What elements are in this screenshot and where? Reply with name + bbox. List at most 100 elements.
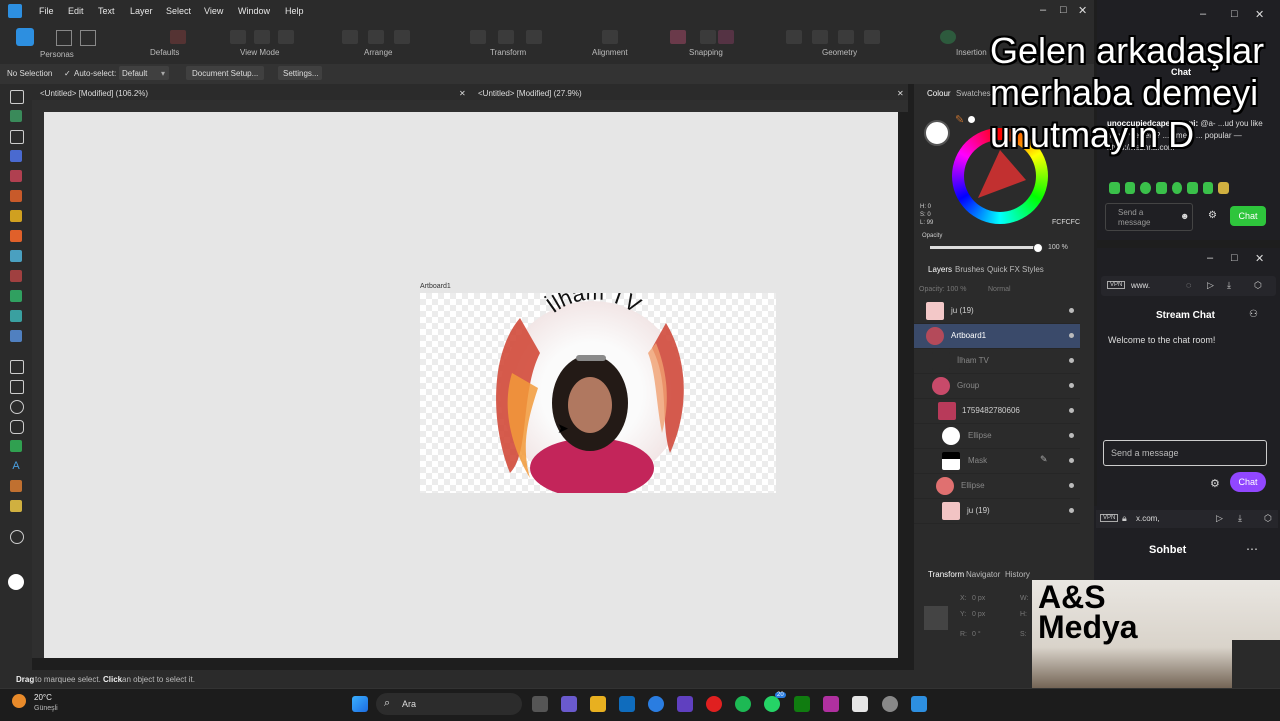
task-view-icon[interactable] xyxy=(532,696,548,712)
transform-icon[interactable] xyxy=(498,30,514,44)
opacity-value[interactable]: 100 % xyxy=(1048,244,1068,251)
emoji-icon[interactable]: ☻ xyxy=(1180,211,1189,221)
visibility-icon[interactable] xyxy=(1069,358,1074,363)
teams-icon[interactable] xyxy=(561,696,577,712)
layer-row[interactable]: 1759482780606 xyxy=(914,399,1080,424)
menu-layer[interactable]: Layer xyxy=(130,6,153,16)
emote-icon[interactable] xyxy=(1218,182,1229,194)
arrange-icon[interactable] xyxy=(342,30,358,44)
url-text[interactable]: x.com, xyxy=(1136,514,1160,523)
snapping-options-icon[interactable] xyxy=(700,30,716,44)
transform-icon[interactable] xyxy=(526,30,542,44)
tab-layers[interactable]: Layers xyxy=(928,265,952,274)
layer-row-selected[interactable]: Artboard1 xyxy=(914,324,1080,349)
close-tab-icon[interactable]: ✕ xyxy=(459,89,466,98)
close-tab-icon[interactable]: ✕ xyxy=(897,89,904,98)
geometry-icon[interactable] xyxy=(864,30,880,44)
tab-history[interactable]: History xyxy=(1005,570,1030,579)
layer-row[interactable]: Group xyxy=(914,374,1080,399)
layer-row[interactable]: Ellipse xyxy=(914,474,1080,499)
node-tool-icon[interactable] xyxy=(10,130,24,144)
settings-app-icon[interactable] xyxy=(882,696,898,712)
menu-window[interactable]: Window xyxy=(238,6,270,16)
move-tool-icon[interactable] xyxy=(10,90,24,104)
brush-icon[interactable]: ✎ xyxy=(1040,454,1048,465)
taskbar-search[interactable]: ⌕ Ara xyxy=(376,693,522,715)
ellipse-tool-icon[interactable] xyxy=(10,400,24,414)
more-options-icon[interactable]: ⋯ xyxy=(1246,542,1258,556)
download-icon[interactable]: ⤓ xyxy=(1227,280,1231,291)
weather-temp[interactable]: 20°C xyxy=(34,693,52,702)
affinity-designer-icon[interactable] xyxy=(911,696,927,712)
tab-colour[interactable]: Colour xyxy=(927,89,951,98)
visibility-icon[interactable] xyxy=(1069,383,1074,388)
view-mode-icon[interactable] xyxy=(278,30,294,44)
layer-row[interactable]: ju (19) xyxy=(914,299,1080,324)
outlook-icon[interactable] xyxy=(619,696,635,712)
pencil-icon[interactable] xyxy=(10,500,22,512)
menu-help[interactable]: Help xyxy=(285,6,304,16)
extension-icon[interactable]: ⬡ xyxy=(1264,513,1272,524)
minimize-icon[interactable]: – xyxy=(1207,252,1213,264)
text-tool-icon[interactable]: A xyxy=(10,460,22,472)
tab-navigator[interactable]: Navigator xyxy=(966,570,1000,579)
minimize-icon[interactable]: – xyxy=(1200,8,1206,20)
snapping-magnet-icon[interactable] xyxy=(718,30,734,44)
corner-tool-icon[interactable] xyxy=(10,170,22,182)
pen-tool-icon[interactable] xyxy=(10,150,22,162)
pixel-persona-icon[interactable] xyxy=(56,30,72,46)
layer-row[interactable]: Ellipse xyxy=(914,424,1080,449)
menu-view[interactable]: View xyxy=(204,6,223,16)
browser-address-bar[interactable]: VPN www. ◌ ▷ ⤓ ⬡ xyxy=(1101,276,1276,296)
chat-input[interactable]: Send a message ☻ xyxy=(1105,203,1193,231)
rounded-rect-tool-icon[interactable] xyxy=(10,420,24,434)
windows-start-icon[interactable] xyxy=(352,696,368,712)
anchor-selector-icon[interactable] xyxy=(924,606,948,630)
mail-icon[interactable] xyxy=(677,696,693,712)
maximize-icon[interactable]: □ xyxy=(1060,4,1067,16)
menu-edit[interactable]: Edit xyxy=(68,6,84,16)
artboard[interactable]: İlham TV xyxy=(420,280,776,498)
tab-brushes[interactable]: Brushes xyxy=(955,265,984,274)
visibility-icon[interactable] xyxy=(1069,308,1074,313)
arrange-icon[interactable] xyxy=(394,30,410,44)
chat-input[interactable]: Send a message xyxy=(1103,440,1267,466)
chat-send-button[interactable]: Chat xyxy=(1230,472,1266,492)
zoom-tool-icon[interactable] xyxy=(10,530,24,544)
emote-icon[interactable] xyxy=(1155,182,1167,194)
file-explorer-icon[interactable] xyxy=(590,696,606,712)
y-value[interactable]: 0 px xyxy=(972,611,985,618)
emote-icon[interactable] xyxy=(1171,182,1183,194)
tab-quick-fx[interactable]: Quick FX xyxy=(987,265,1020,274)
app-icon[interactable] xyxy=(852,696,868,712)
pencil-tool-icon[interactable] xyxy=(10,190,22,202)
layer-row[interactable]: Mask ✎ xyxy=(914,449,1080,474)
menu-file[interactable]: File xyxy=(39,6,54,16)
app-icon[interactable] xyxy=(823,696,839,712)
minimize-icon[interactable]: – xyxy=(1040,4,1046,16)
maximize-icon[interactable]: □ xyxy=(1231,8,1238,20)
visibility-icon[interactable] xyxy=(1069,333,1074,338)
snapping-icon[interactable] xyxy=(670,30,686,44)
emote-icon[interactable] xyxy=(1187,182,1198,194)
xbox-icon[interactable] xyxy=(794,696,810,712)
close-icon[interactable]: ✕ xyxy=(1255,252,1264,265)
menu-select[interactable]: Select xyxy=(166,6,191,16)
layer-row[interactable]: İlham TV xyxy=(914,349,1080,374)
defaults-icon[interactable] xyxy=(170,30,186,44)
geometry-icon[interactable] xyxy=(812,30,828,44)
edge-icon[interactable] xyxy=(648,696,664,712)
gear-icon[interactable]: ⚙ xyxy=(1210,477,1220,490)
autoselect-checkbox[interactable]: ✓ xyxy=(64,69,71,78)
vector-crop-icon[interactable] xyxy=(10,310,22,322)
weather-icon[interactable] xyxy=(12,694,26,708)
arrange-icon[interactable] xyxy=(368,30,384,44)
export-persona-icon[interactable] xyxy=(80,30,96,46)
fill-stroke-swatch[interactable] xyxy=(924,120,950,146)
url-text[interactable]: www. xyxy=(1131,281,1150,290)
fill-tool-icon[interactable] xyxy=(10,230,22,242)
tab-swatches[interactable]: Swatches xyxy=(956,89,991,98)
fill-color-swatch[interactable] xyxy=(8,574,24,590)
brush-tool-icon[interactable] xyxy=(10,210,22,222)
geometry-icon[interactable] xyxy=(838,30,854,44)
